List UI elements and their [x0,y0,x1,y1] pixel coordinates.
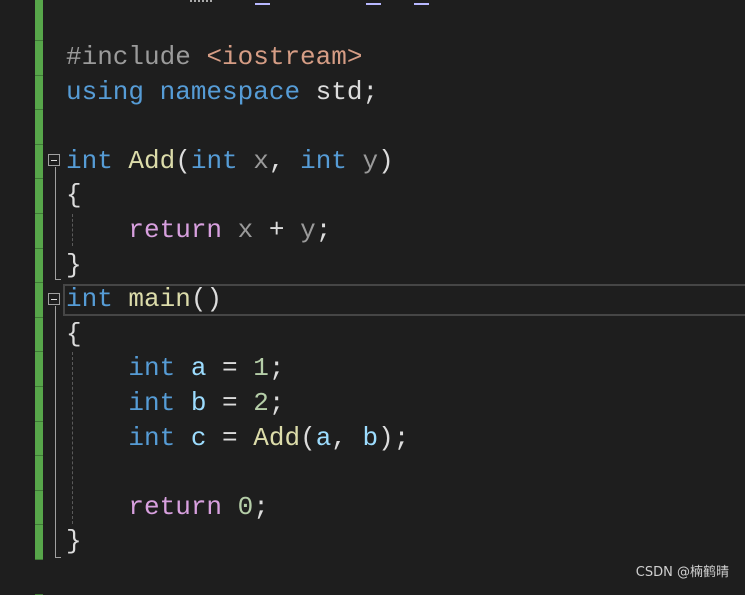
token-function: Add [128,145,176,176]
code-line[interactable]: } [66,248,409,283]
changed-lines-indicator [35,0,43,595]
token-plain: = [206,387,254,418]
code-line[interactable]: int a = 1; [66,351,409,386]
fold-range-main [55,306,56,558]
token-keyword: namespace [159,76,301,107]
token-variable: a [190,353,207,384]
token-number: 2 [253,387,269,418]
token-number: 0 [237,491,254,522]
token-function: Add [253,422,301,453]
code-line[interactable] [66,109,409,144]
token-plain: } [66,249,82,280]
code-line[interactable]: { [66,178,409,213]
token-plain: ; [253,491,269,522]
code-line[interactable]: #include <iostream> [66,40,409,75]
token-plain: , [331,422,363,453]
token-plain: ( [300,422,316,453]
partial-line-text [190,0,212,5]
token-control: return [128,214,223,245]
token-plain: ) [378,145,394,176]
code-line[interactable]: using namespace std; [66,75,409,110]
code-editor[interactable]: #include <iostream> using namespace std; i… [66,40,409,559]
code-line[interactable]: return 0; [66,490,409,525]
code-line[interactable]: return x + y; [66,213,409,248]
token-keyword: int [128,387,176,418]
token-variable: b [362,422,379,453]
token-parameter: x [237,214,254,245]
token-control: return [128,491,223,522]
token-variable: c [190,422,207,453]
collapse-main-icon[interactable] [48,293,60,305]
token-preprocessor: #include [66,42,207,72]
code-line[interactable]: { [66,317,409,352]
token-keyword: int [66,145,113,176]
token-include_path: <iostream> [206,42,363,72]
token-plain: ; [268,387,285,418]
token-parameter: y [300,214,316,245]
token-plain: std; [300,76,379,107]
token-variable: a [315,422,332,453]
token-plain: ; [315,214,332,245]
partial-line-text [414,0,429,5]
token-parameter: y [362,145,379,176]
code-line[interactable]: int main() [66,282,409,317]
fold-end-main [55,557,61,558]
collapse-add-icon[interactable] [48,154,60,166]
token-keyword: int [190,145,238,176]
partial-line-text [255,0,270,5]
code-line[interactable]: int c = Add(a, b); [66,421,409,456]
code-line[interactable]: int b = 2; [66,386,409,421]
code-line[interactable]: } [66,524,409,559]
code-line[interactable]: int Add(int x, int y) [66,144,409,179]
token-plain: } [66,526,82,557]
partial-line-text [366,0,381,5]
token-plain: , [268,145,301,176]
token-plain: ( [175,145,191,176]
token-keyword: using [66,76,145,107]
token-plain: = [206,353,254,384]
fold-range-add [55,167,56,280]
watermark: CSDN @楠鹤晴 [635,565,729,580]
fold-end-add [55,279,61,280]
token-keyword: int [128,353,176,384]
token-variable: b [190,387,207,418]
token-function: main [128,284,191,315]
token-plain: { [66,318,82,349]
token-number: 1 [253,353,269,384]
token-keyword: int [128,422,176,453]
token-plain: = [206,422,254,453]
token-parameter: x [253,145,269,176]
token-plain: { [66,180,82,211]
token-plain: () [190,284,223,315]
code-line[interactable] [66,455,409,490]
token-keyword: int [300,145,347,176]
token-plain: + [253,214,301,245]
token-plain: ); [378,422,410,453]
token-keyword: int [66,284,113,315]
token-plain: ; [268,353,285,384]
